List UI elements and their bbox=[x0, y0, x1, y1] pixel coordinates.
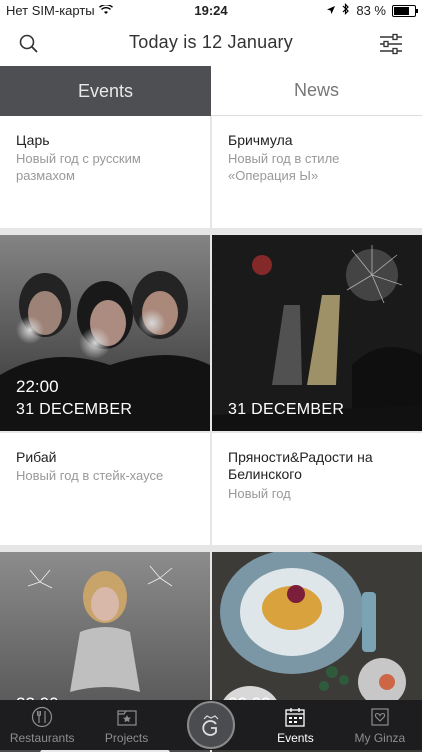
battery-percent: 83 % bbox=[356, 3, 386, 18]
event-title: Бричмула bbox=[228, 132, 293, 148]
battery-icon bbox=[392, 4, 418, 17]
event-card-pryanosti[interactable]: Пряности&Радости на Белинского Новый год bbox=[212, 433, 422, 545]
filter-settings-icon[interactable] bbox=[378, 32, 404, 56]
event-date: 31 DECEMBER bbox=[16, 401, 133, 418]
tab-news[interactable]: News bbox=[211, 66, 422, 116]
event-photo-girls-sparklers[interactable]: 22:00 31 DECEMBER bbox=[0, 235, 210, 431]
status-right: 83 % bbox=[326, 3, 418, 18]
event-description: Новый год в стейк-хаусе bbox=[16, 468, 164, 483]
tabbar-item-projects[interactable]: Projects bbox=[84, 700, 168, 750]
tab-events[interactable]: Events bbox=[0, 66, 211, 116]
event-date: 31 DECEMBER bbox=[228, 401, 345, 418]
my-ginza-icon bbox=[369, 706, 391, 728]
tabbar-item-home[interactable] bbox=[169, 700, 253, 750]
event-time: 22:00 bbox=[16, 377, 59, 396]
bottom-tab-bar: Restaurants Projects Events My Ginza bbox=[0, 700, 422, 750]
event-card-tsar[interactable]: Царь Новый год с русским размахом bbox=[0, 116, 210, 228]
event-card-brichmula[interactable]: Бричмула Новый год в стиле «Операция Ы» bbox=[212, 116, 422, 228]
event-description: Новый год в стиле «Операция Ы» bbox=[228, 151, 340, 183]
tabbar-item-restaurants[interactable]: Restaurants bbox=[0, 700, 84, 750]
tabbar-label: My Ginza bbox=[354, 731, 406, 745]
events-icon bbox=[284, 706, 306, 728]
tabbar-label: Events bbox=[277, 731, 314, 745]
location-arrow-icon bbox=[326, 3, 336, 18]
tabbar-label: Restaurants bbox=[9, 731, 75, 745]
event-description: Новый год с русским размахом bbox=[16, 151, 141, 183]
tabbar-label: Projects bbox=[104, 731, 149, 745]
segmented-tabs: Events News bbox=[0, 66, 422, 116]
restaurant-icon bbox=[31, 706, 53, 728]
event-photo-champagne-fireworks[interactable]: 31 DECEMBER bbox=[212, 235, 422, 431]
page-title: Today is 12 January bbox=[129, 32, 293, 52]
event-title: Рибай bbox=[16, 449, 57, 465]
tabbar-item-my-ginza[interactable]: My Ginza bbox=[338, 700, 422, 750]
bluetooth-icon bbox=[342, 3, 350, 18]
tabbar-item-events[interactable]: Events bbox=[253, 700, 337, 750]
event-card-ribai[interactable]: Рибай Новый год в стейк-хаусе bbox=[0, 433, 210, 545]
projects-icon bbox=[116, 706, 138, 728]
app-header: Today is 12 January bbox=[0, 22, 422, 67]
status-bar: Нет SIM-карты 19:24 83 % bbox=[0, 0, 422, 22]
ginza-logo-icon bbox=[187, 701, 236, 749]
event-title: Царь bbox=[16, 132, 50, 148]
event-description: Новый год bbox=[228, 486, 291, 501]
event-title: Пряности&Радости на Белинского bbox=[228, 449, 373, 482]
